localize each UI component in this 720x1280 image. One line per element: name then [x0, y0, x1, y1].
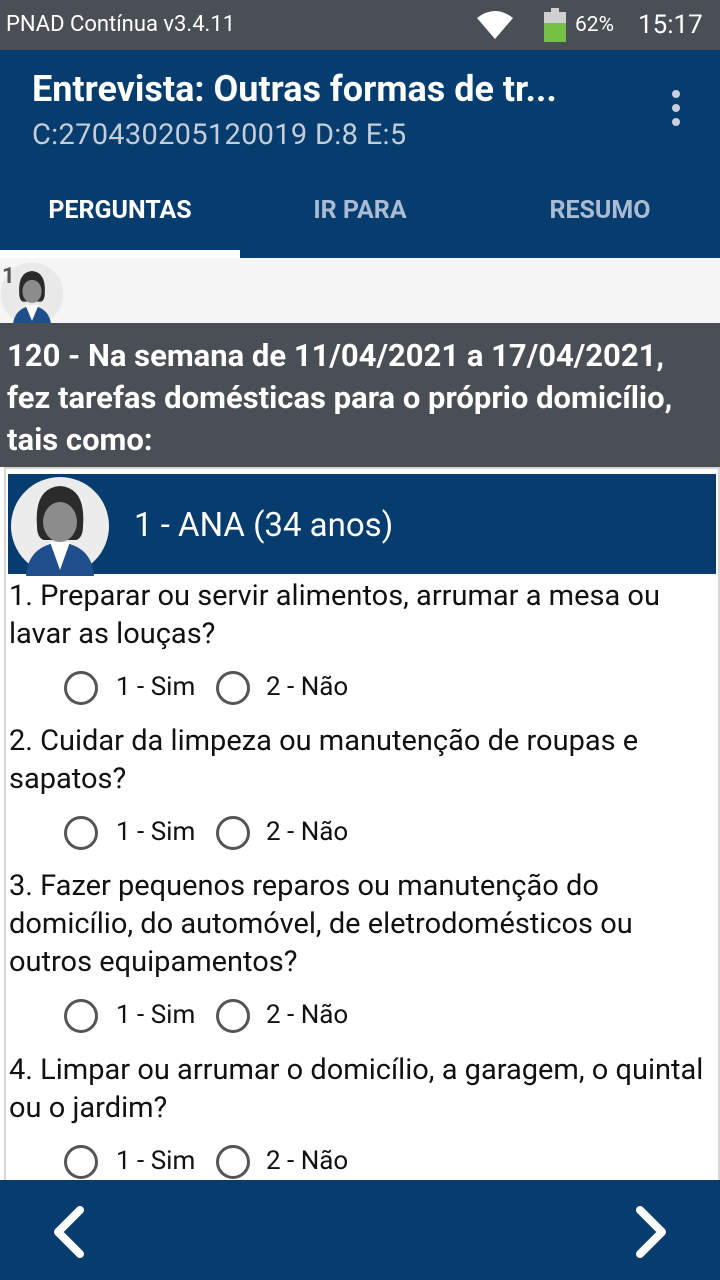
tab-perguntas[interactable]: PERGUNTAS — [0, 162, 240, 258]
person-number: 1 — [2, 264, 15, 289]
radio-label-sim: 1 - Sim — [116, 817, 196, 847]
active-tab-indicator — [0, 250, 240, 258]
radio-label-sim: 1 - Sim — [116, 672, 196, 702]
radio-label-nao: 2 - Não — [266, 1146, 349, 1176]
battery-percentage: 62% — [575, 13, 614, 37]
radio-sim[interactable] — [64, 996, 104, 1036]
app-bar: Entrevista: Outras formas de tr... C:270… — [0, 50, 720, 162]
radio-sim[interactable] — [64, 1142, 104, 1182]
radio-label-nao: 2 - Não — [266, 1000, 349, 1030]
bottom-nav-bar — [0, 1180, 720, 1280]
item-question-1: 1. Preparar ou servir alimentos, arrumar… — [9, 579, 660, 651]
clock: 15:17 — [638, 10, 703, 40]
radio-sim[interactable] — [64, 813, 104, 853]
radio-sim[interactable] — [64, 668, 104, 708]
radio-nao[interactable] — [216, 813, 256, 853]
person-strip: 1 — [0, 258, 720, 326]
respondent-bar: 1 - ANA (34 anos) — [8, 474, 716, 576]
radio-label-nao: 2 - Não — [266, 672, 349, 702]
tab-bar: PERGUNTAS IR PARA RESUMO — [0, 162, 720, 258]
radio-label-sim: 1 - Sim — [116, 1000, 196, 1030]
item-question-2: 2. Cuidar da limpeza ou manutenção de ro… — [9, 724, 639, 796]
respondent-name: 1 - ANA (34 anos) — [134, 506, 394, 545]
page-title: Entrevista: Outras formas de tr... — [32, 68, 557, 110]
question-header: 120 - Na semana de 11/04/2021 a 17/04/20… — [0, 323, 720, 467]
radio-nao[interactable] — [216, 996, 256, 1036]
chevron-left-icon[interactable] — [50, 1206, 90, 1258]
radio-nao[interactable] — [216, 668, 256, 708]
battery-icon — [544, 8, 566, 42]
radio-label-sim: 1 - Sim — [116, 1146, 196, 1176]
radio-label-nao: 2 - Não — [266, 817, 349, 847]
tab-ir-para[interactable]: IR PARA — [240, 162, 480, 258]
tab-resumo[interactable]: RESUMO — [480, 162, 720, 258]
item-question-4: 4. Limpar ou arrumar o domicílio, a gara… — [9, 1053, 704, 1125]
question-text: 120 - Na semana de 11/04/2021 a 17/04/20… — [7, 337, 673, 458]
chevron-right-icon[interactable] — [630, 1206, 670, 1258]
page-subtitle: C:270430205120019 D:8 E:5 — [32, 118, 407, 152]
question-card: 1 - ANA (34 anos) 1. Preparar ou servir … — [4, 467, 720, 1189]
radio-nao[interactable] — [216, 1142, 256, 1182]
status-app-name: PNAD Contínua v3.4.11 — [6, 12, 236, 37]
item-question-3: 3. Fazer pequenos reparos ou manutenção … — [9, 869, 633, 979]
wifi-icon — [477, 11, 513, 39]
respondent-avatar-icon — [11, 477, 109, 576]
overflow-menu-icon[interactable] — [660, 86, 692, 130]
status-bar: PNAD Contínua v3.4.11 62% 15:17 — [0, 0, 720, 50]
